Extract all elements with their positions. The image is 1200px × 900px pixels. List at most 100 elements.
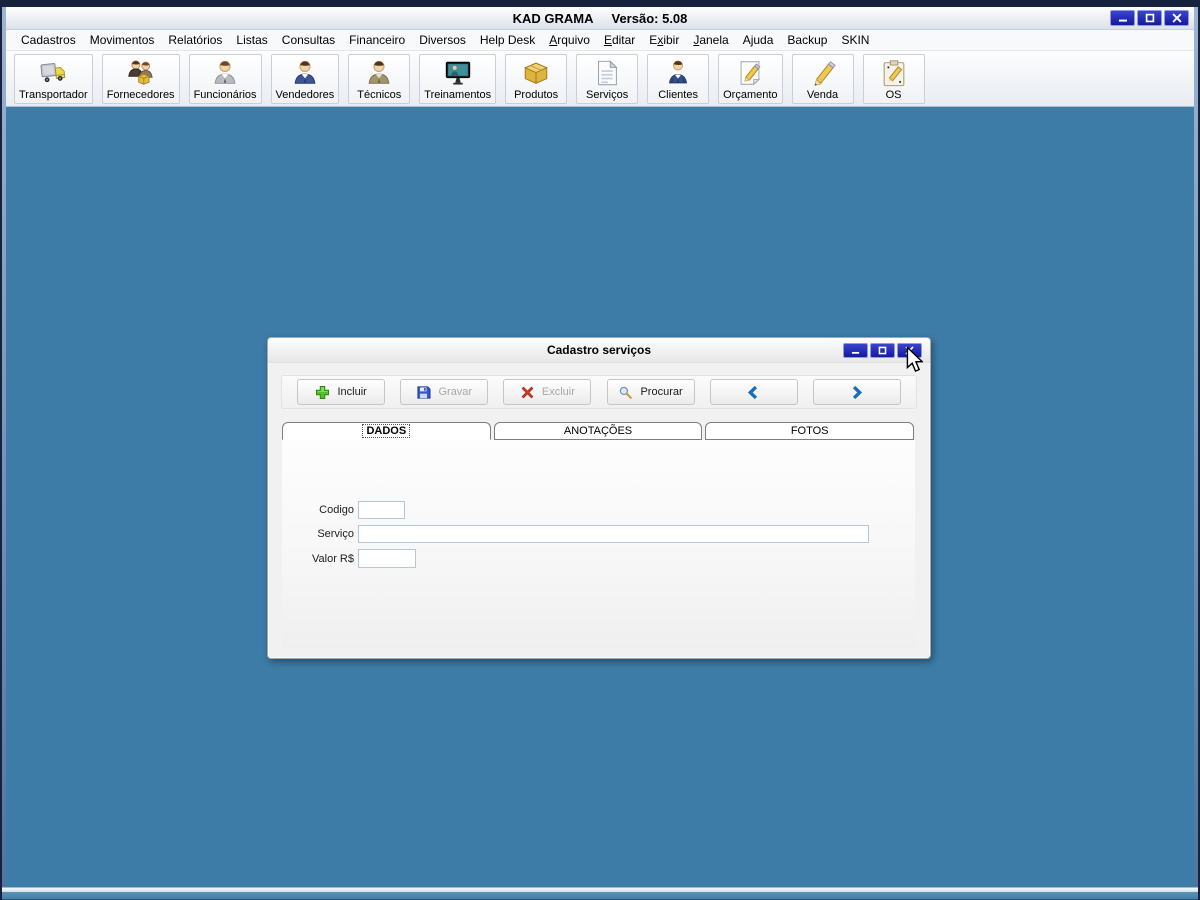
work-order-icon [879, 58, 909, 88]
app-version: Versão: 5.08 [612, 11, 688, 26]
tab-dados[interactable]: DADOS [282, 422, 491, 440]
field-label: Serviço [282, 528, 354, 540]
toolbar-button-funcionarios[interactable]: Funcionários [189, 54, 262, 104]
toolbar-button-label: OS [886, 89, 902, 101]
dialog-minimize-button[interactable] [843, 343, 868, 358]
client-icon [663, 58, 693, 88]
next-record-button[interactable] [813, 379, 901, 405]
previous-record-button[interactable] [710, 379, 798, 405]
form-row-valor-r: Valor R$ [282, 549, 915, 568]
tab-label: DADOS [363, 425, 409, 437]
dialog-form: Codigo Serviço Valor R$ [282, 440, 915, 568]
technician-icon [364, 58, 394, 88]
tab-label: ANOTAÇÕES [564, 425, 632, 437]
app-title: KAD GRAMA [513, 11, 594, 26]
dialog-button-excluir[interactable]: Excluir [503, 379, 591, 405]
menu-item-diversos[interactable]: Diversos [412, 31, 473, 49]
menu-item-cadastros[interactable]: Cadastros [14, 31, 83, 49]
toolbar-button-vendedores[interactable]: Vendedores [271, 54, 340, 104]
truck-icon [38, 58, 68, 88]
toolbar-button-label: Orçamento [723, 89, 777, 101]
field-label: Valor R$ [282, 553, 354, 565]
minimize-icon [1118, 13, 1128, 23]
valor-r-input[interactable] [358, 549, 416, 568]
dialog-titlebar[interactable]: Cadastro serviços [268, 338, 930, 363]
toolbar-button-produtos[interactable]: Produtos [505, 54, 567, 104]
employee-icon [210, 58, 240, 88]
delete-x-icon [520, 385, 535, 400]
close-icon [1172, 13, 1182, 23]
dialog-tab-content: Codigo Serviço Valor R$ [282, 440, 915, 649]
toolbar-button-treinamentos[interactable]: Treinamentos [419, 54, 496, 104]
field-label: Codigo [282, 504, 354, 516]
toolbar-button-label: Serviços [586, 89, 628, 101]
form-row-codigo: Codigo [282, 501, 915, 519]
maximize-icon [878, 346, 887, 355]
tab-label: FOTOS [791, 425, 829, 437]
toolbar-button-tecnicos[interactable]: Técnicos [348, 54, 410, 104]
menu-item-movimentos[interactable]: Movimentos [83, 31, 162, 49]
main-toolbar: Transportador Fornecedores Funcionários Ven… [6, 51, 1194, 107]
search-icon [618, 385, 633, 400]
dialog-button-gravar[interactable]: Gravar [400, 379, 488, 405]
minimize-button[interactable] [1110, 10, 1135, 26]
toolbar-button-servicos[interactable]: Serviços [576, 54, 638, 104]
dialog-button-label: Procurar [640, 386, 682, 398]
menu-item-skin[interactable]: SKIN [834, 31, 876, 49]
form-row-servico: Serviço [282, 525, 915, 543]
toolbar-button-label: Produtos [514, 89, 558, 101]
menu-item-editar[interactable]: Editar [597, 31, 642, 49]
main-titlebar[interactable]: KAD GRAMA Versão: 5.08 [6, 7, 1194, 30]
menu-item-arquivo[interactable]: Arquivo [542, 31, 597, 49]
dialog-maximize-button[interactable] [870, 343, 895, 358]
salesperson-icon [290, 58, 320, 88]
menu-item-help-desk[interactable]: Help Desk [473, 31, 542, 49]
toolbar-button-os[interactable]: OS [863, 54, 925, 104]
menu-item-listas[interactable]: Listas [229, 31, 274, 49]
toolbar-button-venda[interactable]: Venda [792, 54, 854, 104]
menu-item-financeiro[interactable]: Financeiro [342, 31, 412, 49]
toolbar-button-label: Venda [807, 89, 838, 101]
tab-anotacoes[interactable]: ANOTAÇÕES [494, 422, 703, 440]
tab-fotos[interactable]: FOTOS [705, 422, 914, 440]
maximize-button[interactable] [1137, 10, 1162, 26]
training-icon [443, 58, 473, 88]
dialog-button-incluir[interactable]: Incluir [297, 379, 385, 405]
plus-icon [315, 385, 330, 400]
toolbar-button-label: Funcionários [194, 89, 257, 101]
toolbar-button-clientes[interactable]: Clientes [647, 54, 709, 104]
menu-item-janela[interactable]: Janela [686, 31, 735, 49]
toolbar-button-label: Clientes [658, 89, 698, 101]
dialog-button-procurar[interactable]: Procurar [607, 379, 695, 405]
toolbar-button-label: Transportador [19, 89, 88, 101]
document-icon [592, 58, 622, 88]
dialog-button-label: Gravar [438, 386, 472, 398]
servico-input[interactable] [358, 525, 869, 543]
menu-item-relatorios[interactable]: Relatórios [161, 31, 229, 49]
dialog-title: Cadastro serviços [547, 343, 651, 357]
window-right-border [1194, 7, 1198, 887]
dialog-toolbar: Incluir Gravar Excluir Procurar [281, 375, 917, 409]
suppliers-icon [126, 58, 156, 88]
menu-item-exibir[interactable]: Exibir [642, 31, 686, 49]
toolbar-button-fornecedores[interactable]: Fornecedores [102, 54, 180, 104]
menubar: CadastrosMovimentosRelatóriosListasConsu… [6, 30, 1194, 51]
toolbar-button-orcamento[interactable]: Orçamento [718, 54, 782, 104]
product-box-icon [521, 58, 551, 88]
toolbar-button-label: Fornecedores [107, 89, 175, 101]
dialog-tabs: DADOS ANOTAÇÕES FOTOS [282, 422, 914, 440]
cadastro-servicos-dialog: Cadastro serviços Incluir Gravar Excluir Pr… [267, 337, 931, 659]
save-floppy-icon [416, 385, 431, 400]
menu-item-ajuda[interactable]: Ajuda [736, 31, 781, 49]
close-button[interactable] [1164, 10, 1189, 26]
toolbar-button-transportador[interactable]: Transportador [14, 54, 93, 104]
maximize-icon [1145, 13, 1155, 23]
dialog-button-label: Excluir [542, 386, 575, 398]
menu-item-consultas[interactable]: Consultas [275, 31, 342, 49]
sale-pencil-icon [808, 58, 838, 88]
codigo-input[interactable] [358, 501, 405, 519]
minimize-icon [851, 346, 860, 355]
toolbar-button-label: Vendedores [276, 89, 335, 101]
toolbar-button-label: Técnicos [357, 89, 401, 101]
menu-item-backup[interactable]: Backup [780, 31, 834, 49]
